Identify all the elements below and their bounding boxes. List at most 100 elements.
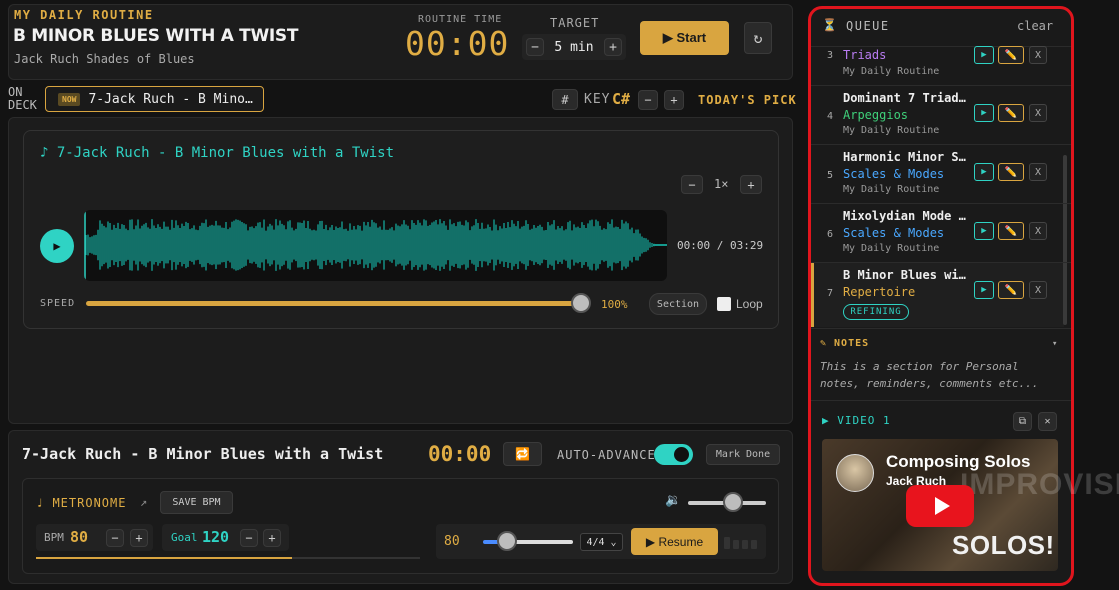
queue-item-name: B Minor Blues with a Twist (843, 268, 968, 282)
queue-item-name: Harmonic Minor Scale (843, 150, 968, 164)
volume-icon: 🔉 (665, 493, 682, 508)
queue-item-name: Dominant 7 Triad Arpeggios (843, 91, 968, 105)
notes-label: ✎ NOTES (820, 338, 870, 349)
channel-avatar (836, 454, 874, 492)
youtube-play-icon[interactable] (906, 485, 974, 527)
section-button[interactable]: Section (649, 293, 707, 315)
queue-item-number: 7 (827, 288, 834, 299)
key-value: C# (612, 90, 631, 108)
repeat-icon[interactable]: 🔁 (503, 442, 542, 466)
target-plus-button[interactable]: + (603, 38, 622, 56)
beat-dot (724, 537, 730, 549)
practice-time: 00:00 (428, 442, 492, 466)
target-label: TARGET (550, 16, 600, 30)
reset-icon[interactable]: ↻ (744, 22, 772, 54)
practice-title: 7-Jack Ruch - B Minor Blues with a Twist (22, 445, 384, 463)
todays-pick-link[interactable]: TODAY'S PICK (698, 93, 797, 107)
remove-icon[interactable]: X (1029, 163, 1047, 181)
tempo-value: 80 (444, 534, 460, 549)
video-label[interactable]: ▶ VIDEO 1 (822, 414, 891, 427)
start-button[interactable]: ▶ Start (640, 21, 729, 55)
queue-item[interactable]: 6 Mixolydian Mode · ... Scales & Modes My D… (811, 204, 1064, 262)
hourglass-icon: ⏳ (822, 18, 837, 32)
key-label: KEY (584, 92, 611, 107)
speed-label: SPEED (40, 298, 76, 309)
goal-value: 120 (202, 528, 230, 546)
speed-slider[interactable] (86, 301, 580, 306)
close-icon[interactable]: ✕ (1038, 412, 1057, 431)
target-minus-button[interactable]: − (526, 38, 544, 56)
edit-icon[interactable]: ✏️ (998, 46, 1024, 64)
routine-subtitle: Jack Ruch Shades of Blues (14, 52, 195, 66)
goal-label: Goal (171, 531, 198, 544)
key-down-button[interactable]: − (638, 90, 658, 110)
now-badge: NOW (58, 92, 81, 106)
on-deck-label-line2: DECK (8, 98, 37, 112)
remove-icon[interactable]: X (1029, 222, 1047, 240)
queue-divider (811, 400, 1071, 401)
bpm-goal-progress (36, 557, 292, 559)
external-link-icon[interactable]: ↗ (140, 495, 147, 509)
routine-name: B MINOR BLUES WITH A TWIST (13, 26, 299, 46)
save-bpm-button[interactable]: SAVE BPM (160, 491, 233, 514)
queue-clear-link[interactable]: clear (1017, 19, 1053, 33)
playback-time: 00:00 / 03:29 (677, 239, 764, 252)
edit-icon[interactable]: ✏️ (998, 222, 1024, 240)
tempo-slider-handle[interactable] (497, 531, 517, 551)
chevron-down-icon[interactable]: ▾ (1052, 339, 1057, 349)
queue-item-category: Arpeggios (843, 108, 909, 122)
queue-item-routine: My Daily Routine (843, 243, 940, 254)
routine-time-value: 00:00 (405, 24, 510, 63)
bpm-minus-button[interactable]: − (106, 529, 124, 547)
edit-icon[interactable]: ✏️ (998, 104, 1024, 122)
resume-button[interactable]: ▶ Resume (631, 528, 718, 555)
loop-checkbox[interactable] (717, 297, 731, 311)
target-stepper: − 5 min + (522, 34, 626, 60)
time-signature-select[interactable]: 4/4 ⌄ (580, 533, 623, 551)
queue-item-number: 6 (827, 229, 834, 240)
queue-item-category: Scales & Modes (843, 226, 945, 240)
queue-item-category: Scales & Modes (843, 167, 945, 181)
queue-item-category: Triads (843, 48, 887, 62)
notes-text[interactable]: This is a section for Personal notes, re… (820, 358, 1060, 392)
loop-label: Loop (736, 297, 763, 311)
edit-icon[interactable]: ✏️ (998, 281, 1024, 299)
remove-icon[interactable]: X (1029, 46, 1047, 64)
popout-icon[interactable]: ⧉ (1013, 412, 1032, 431)
queue-item-routine: My Daily Routine (843, 184, 940, 195)
play-icon[interactable]: ▶ (974, 46, 994, 64)
bpm-value: 80 (70, 528, 89, 546)
play-icon[interactable]: ▶ (40, 229, 74, 263)
target-value: 5 min (554, 39, 594, 55)
play-icon[interactable]: ▶ (974, 104, 994, 122)
metronome-label: ♩ METRONOME (36, 496, 127, 510)
video-overlay-text: SOLOS! (952, 530, 1055, 560)
zoom-out-button[interactable]: − (681, 175, 703, 194)
on-deck-chip[interactable]: NOW 7-Jack Ruch - B Minor Blues with a T… (45, 86, 264, 112)
edit-icon[interactable]: ✏️ (998, 163, 1024, 181)
play-icon[interactable]: ▶ (974, 163, 994, 181)
goal-plus-button[interactable]: + (263, 529, 281, 547)
remove-icon[interactable]: X (1029, 281, 1047, 299)
key-up-button[interactable]: + (664, 90, 684, 110)
play-icon[interactable]: ▶ (974, 281, 994, 299)
track-title: ♪ 7-Jack Ruch - B Minor Blues with a Twi… (40, 145, 395, 161)
waveform[interactable] (84, 210, 667, 281)
volume-slider-handle[interactable] (723, 492, 743, 512)
zoom-in-button[interactable]: + (740, 175, 762, 194)
mark-done-button[interactable]: Mark Done (706, 444, 780, 465)
beat-dot (742, 540, 748, 549)
queue-item[interactable]: 5 Harmonic Minor Scale Scales & Modes My Da… (811, 145, 1064, 203)
zoom-level: 1× (714, 177, 729, 191)
sharp-toggle-button[interactable]: # (552, 89, 578, 110)
queue-item-number: 3 (827, 50, 834, 61)
auto-advance-label: AUTO-ADVANCE (557, 448, 656, 462)
on-deck-label: ON DECK (8, 86, 37, 112)
queue-item[interactable]: 4 Dominant 7 Triad Arpeggios Arpeggios My D… (811, 86, 1064, 144)
bpm-plus-button[interactable]: + (130, 529, 148, 547)
play-icon[interactable]: ▶ (974, 222, 994, 240)
remove-icon[interactable]: X (1029, 104, 1047, 122)
speed-slider-handle[interactable] (571, 293, 591, 313)
status-badge: REFINING (843, 304, 909, 320)
goal-minus-button[interactable]: − (240, 529, 258, 547)
